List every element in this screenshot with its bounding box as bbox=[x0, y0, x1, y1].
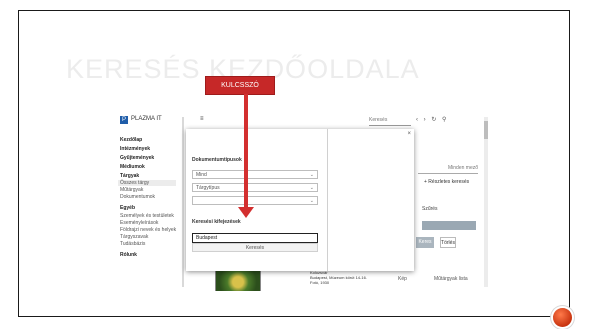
sidebar-item-documents[interactable]: Dokumentumok bbox=[120, 194, 155, 200]
callout-arrow-line bbox=[244, 94, 248, 210]
slide-decoration-dot bbox=[553, 308, 572, 327]
filter-label: Szűrés bbox=[422, 206, 438, 212]
top-search-input[interactable]: Keresés bbox=[369, 117, 411, 126]
keyword-callout: KULCSSZÓ bbox=[206, 77, 274, 94]
sidebar-item-other[interactable]: Egyéb bbox=[120, 205, 135, 211]
menu-icon[interactable]: ≡ bbox=[200, 116, 204, 122]
sidebar-item-persons[interactable]: Személyek és testületek bbox=[120, 213, 174, 219]
scrollbar-thumb[interactable] bbox=[484, 121, 488, 139]
third-select[interactable]: ⌄ bbox=[192, 196, 318, 205]
search-modal: Dokumentumtípusok Mind ⌄ Tárgytípus ⌄ ⌄ … bbox=[186, 129, 414, 271]
brand-logo-icon[interactable]: P bbox=[120, 116, 128, 124]
result-image-label: Kép bbox=[398, 276, 407, 282]
sidebar-item-about[interactable]: Rólunk bbox=[120, 252, 137, 258]
background-field-select[interactable]: Minden mező bbox=[418, 165, 478, 174]
sidebar-scrollbar[interactable] bbox=[182, 117, 184, 287]
sidebar-item-home[interactable]: Kezdőlap bbox=[120, 137, 142, 143]
result-list-label: Műtárgyak lista bbox=[434, 276, 468, 282]
sidebar-item-places[interactable]: Földrajzi nevek és helyek bbox=[120, 227, 176, 233]
callout-arrow-head bbox=[238, 207, 254, 218]
modal-search-button[interactable]: Keresés bbox=[192, 243, 318, 252]
app-screenshot: P PLAZMA IT ≡ Keresés ‹ › ↻ ⚲ Kezdőlap I… bbox=[114, 113, 490, 291]
keyword-label: Keresési kifejezések bbox=[192, 219, 241, 225]
background-header-bar bbox=[422, 221, 476, 230]
object-type-value: Tárgytípus bbox=[196, 185, 220, 191]
object-type-select[interactable]: Tárgytípus ⌄ bbox=[192, 183, 318, 192]
close-icon[interactable]: × bbox=[407, 131, 411, 137]
chevron-down-icon: ⌄ bbox=[309, 172, 314, 178]
page-scrollbar[interactable] bbox=[484, 117, 488, 287]
chevron-down-icon: ⌄ bbox=[309, 198, 314, 204]
modal-preview-panel: × bbox=[327, 129, 414, 271]
background-clear-button[interactable]: Törlés bbox=[440, 237, 456, 248]
top-toolbar-icons[interactable]: ‹ › ↻ ⚲ bbox=[416, 116, 448, 123]
sidebar-item-all-objects[interactable]: Összes tárgy bbox=[118, 180, 176, 186]
sidebar-item-subjects[interactable]: Tárgyszavak bbox=[120, 234, 148, 240]
result-text[interactable]: Kolozsvár Budapest, Múzeum körút 14-16. … bbox=[310, 270, 367, 285]
result-line-2: Fotó, 1930 bbox=[310, 280, 330, 285]
background-search-button[interactable]: Keres bbox=[416, 237, 434, 248]
brand-name[interactable]: PLAZMA IT bbox=[131, 116, 162, 122]
document-types-label: Dokumentumtípusok bbox=[192, 157, 242, 163]
sidebar-item-institutions[interactable]: Intézmények bbox=[120, 146, 150, 152]
chevron-down-icon: ⌄ bbox=[309, 185, 314, 191]
modal-form-panel: Dokumentumtípusok Mind ⌄ Tárgytípus ⌄ ⌄ … bbox=[186, 129, 326, 271]
sidebar-item-events[interactable]: Eseményleírások bbox=[120, 220, 158, 226]
document-type-select[interactable]: Mind ⌄ bbox=[192, 170, 318, 179]
sidebar-item-media[interactable]: Médiumok bbox=[120, 164, 145, 170]
sidebar-item-knowledge-base[interactable]: Tudásbázis bbox=[120, 241, 145, 247]
advanced-search-link[interactable]: + Részletes keresés bbox=[424, 179, 469, 185]
keyword-input[interactable]: Budapest bbox=[192, 233, 318, 243]
sidebar-item-artworks[interactable]: Műtárgyak bbox=[120, 187, 143, 193]
sidebar-item-objects[interactable]: Tárgyak bbox=[120, 173, 139, 179]
sidebar: Kezdőlap Intézmények Gyűjtemények Médium… bbox=[116, 135, 178, 291]
sidebar-item-collections[interactable]: Gyűjtemények bbox=[120, 155, 154, 161]
app-top-bar: P PLAZMA IT ≡ Keresés ‹ › ↻ ⚲ bbox=[114, 113, 490, 126]
document-type-value: Mind bbox=[196, 172, 207, 178]
